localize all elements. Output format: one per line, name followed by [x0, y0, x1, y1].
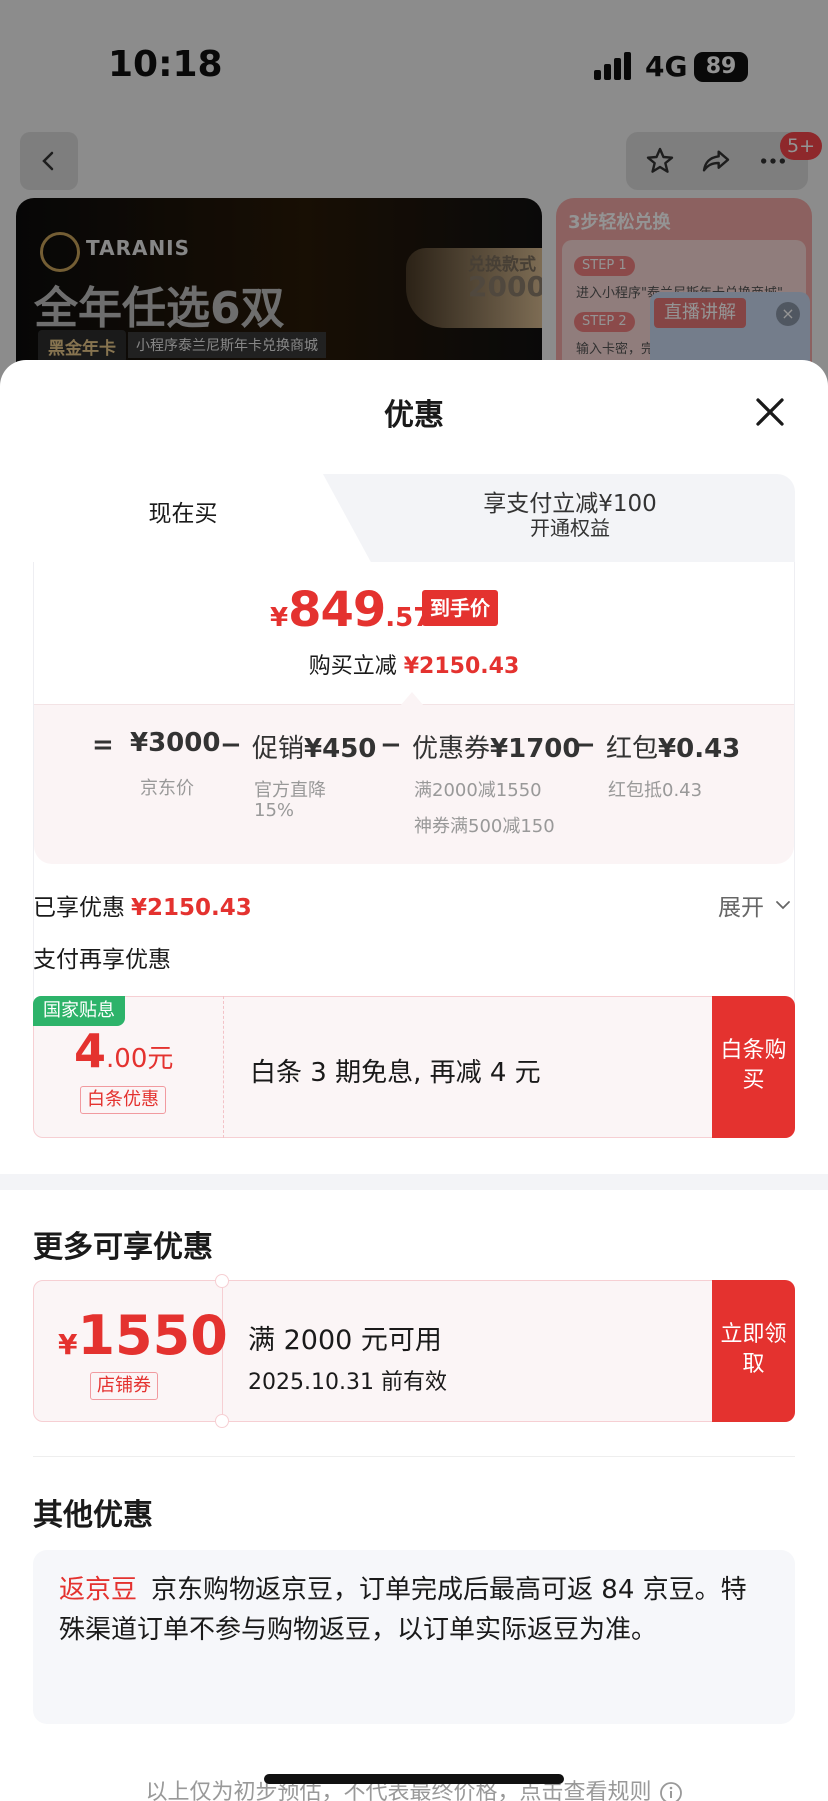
baitiao-tag: 白条优惠	[80, 1086, 166, 1114]
coupon-currency: ¥	[58, 1328, 78, 1361]
breakdown-value: ¥3000	[130, 728, 221, 758]
breakdown-sub: 红包抵0.43	[608, 780, 703, 801]
enjoyed-label: 已享优惠	[33, 895, 125, 921]
coupon-tag: 店铺券	[90, 1372, 158, 1400]
baitiao-buy-button[interactable]: 白条购买	[712, 996, 795, 1138]
breakdown-red-packet: 红包¥0.43	[606, 728, 740, 765]
breakdown-label: 促销	[252, 734, 305, 764]
breakdown-promotion: 促销¥450	[252, 728, 376, 765]
breakdown-sub: 京东价	[140, 778, 194, 799]
background-product-page: 10:18 4G 89 5+ TARANIS 全年任选6双 黑金年卡 小程序泰兰…	[0, 0, 828, 400]
divider	[33, 1456, 795, 1457]
claim-coupon-button[interactable]: 立即领取	[712, 1280, 795, 1422]
breakdown-coupon: 优惠券¥1700	[412, 728, 580, 765]
breakdown-sub2: 15%	[254, 800, 295, 821]
breakdown-sub2: 神券满500减150	[414, 816, 555, 837]
coupon-value: 1550	[77, 1304, 228, 1367]
tab-pay-discount-subtitle[interactable]: 开通权益	[420, 512, 720, 541]
breakdown-minus: −	[380, 730, 402, 760]
modal-scrim[interactable]	[0, 0, 828, 400]
breakdown-label: 红包	[606, 734, 659, 764]
home-indicator[interactable]	[264, 1774, 564, 1784]
expand-button[interactable]: 展开	[718, 888, 792, 922]
section-separator	[0, 1174, 828, 1190]
baitiao-divider	[223, 996, 224, 1138]
enjoyed-amount: ¥2150.43	[131, 895, 252, 921]
coupon-expiry: 2025.10.31 前有效	[248, 1370, 447, 1395]
tab-buy-now-label: 现在买	[148, 501, 218, 527]
sheet-title: 优惠	[384, 398, 444, 433]
other-offers-title: 其他优惠	[33, 1498, 153, 1533]
coupon-notch	[215, 1274, 229, 1288]
breakdown-sub: 满2000减1550	[414, 780, 542, 801]
pay-more-title: 支付再享优惠	[33, 947, 171, 973]
breakdown-minus: −	[220, 730, 242, 760]
coupon-notch	[215, 1414, 229, 1428]
breakdown-equals: =	[92, 730, 114, 760]
baitiao-amount: 4 .00元	[74, 1024, 173, 1078]
breakdown-value: ¥450	[304, 734, 377, 764]
chevron-down-icon	[776, 901, 790, 910]
enjoyed-discount: 已享优惠 ¥2150.43	[33, 888, 252, 922]
final-price-tag: 到手价	[422, 590, 498, 626]
jingdou-text: 京东购物返京豆，订单完成后最高可返 84 京豆。特殊渠道订单不参与购物返豆，以订…	[59, 1575, 747, 1645]
baitiao-amount-int: 4	[74, 1024, 107, 1078]
saving-label: 购买立减	[308, 654, 397, 679]
coupon-amount: ¥ 1550	[58, 1304, 228, 1367]
breakdown-label: 优惠券	[412, 734, 491, 764]
breakdown-minus: −	[574, 730, 596, 760]
breakdown-sub: 官方直降	[254, 780, 326, 801]
expand-label: 展开	[718, 895, 764, 921]
close-icon[interactable]	[752, 394, 788, 430]
baitiao-description: 白条 3 期免息, 再减 4 元	[250, 1058, 541, 1088]
coupon-condition: 满 2000 元可用	[248, 1325, 442, 1356]
final-price-integer: 849	[288, 582, 386, 638]
baitiao-amount-dec: .00元	[106, 1044, 174, 1074]
breakdown-value: ¥1700	[490, 734, 581, 764]
info-icon	[659, 1782, 682, 1801]
breakdown-jd-price: ¥3000	[130, 728, 220, 758]
gov-subsidy-badge: 国家贴息	[33, 996, 125, 1026]
jingdou-offer: 返京豆 京东购物返京豆，订单完成后最高可返 84 京豆。特殊渠道订单不参与购物返豆…	[33, 1550, 795, 1724]
breakdown-value: ¥0.43	[658, 734, 741, 764]
saving-amount: ¥2150.43	[403, 654, 520, 679]
final-price-currency: ¥	[270, 603, 289, 633]
more-offers-title: 更多可享优惠	[33, 1230, 213, 1265]
saving-line: 购买立减 ¥2150.43	[0, 648, 828, 680]
final-price: ¥ 849 .57	[270, 582, 431, 638]
jingdou-tag: 返京豆	[59, 1575, 138, 1605]
discount-sheet: 优惠 现在买 享支付立减¥100 开通权益 ¥ 849 .57 到手价 购买立减…	[0, 360, 828, 1801]
